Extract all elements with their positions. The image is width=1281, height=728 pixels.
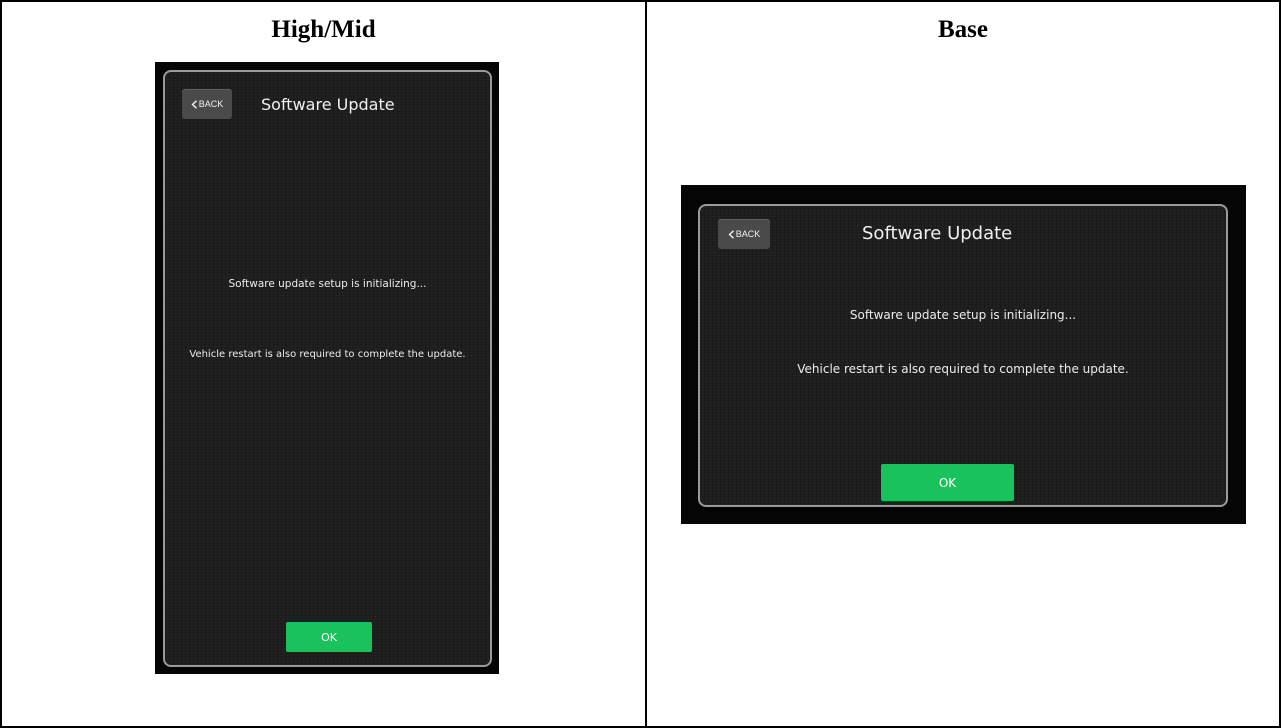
status-message: Software update setup is initializing... bbox=[849, 308, 1077, 322]
header-base: Base bbox=[938, 16, 988, 43]
comparison-table: High/Mid Base BACK Software Update Softw… bbox=[0, 0, 1281, 728]
chevron-left-icon bbox=[728, 229, 734, 239]
high-mid-screen: BACK Software Update Software update set… bbox=[155, 62, 499, 674]
table-border-top bbox=[0, 0, 1281, 2]
back-button[interactable]: BACK bbox=[718, 219, 770, 249]
back-button-label: BACK bbox=[735, 229, 761, 239]
screen-title: Software Update bbox=[862, 223, 1013, 244]
back-button-label: BACK bbox=[198, 99, 224, 109]
chevron-left-icon bbox=[191, 99, 197, 109]
restart-message: Vehicle restart is also required to comp… bbox=[797, 362, 1129, 376]
screen-title: Software Update bbox=[261, 95, 395, 114]
back-button[interactable]: BACK bbox=[182, 89, 232, 119]
base-screen: BACK Software Update Software update set… bbox=[681, 185, 1246, 524]
table-divider bbox=[645, 0, 647, 728]
base-screen-panel: BACK Software Update Software update set… bbox=[698, 204, 1228, 507]
ok-button[interactable]: OK bbox=[881, 464, 1014, 501]
ok-button[interactable]: OK bbox=[286, 622, 372, 652]
table-border-left bbox=[0, 0, 2, 728]
header-high-mid: High/Mid bbox=[271, 16, 376, 43]
status-message: Software update setup is initializing... bbox=[228, 278, 427, 290]
high-mid-screen-panel: BACK Software Update Software update set… bbox=[163, 70, 492, 667]
restart-message: Vehicle restart is also required to comp… bbox=[189, 349, 466, 360]
